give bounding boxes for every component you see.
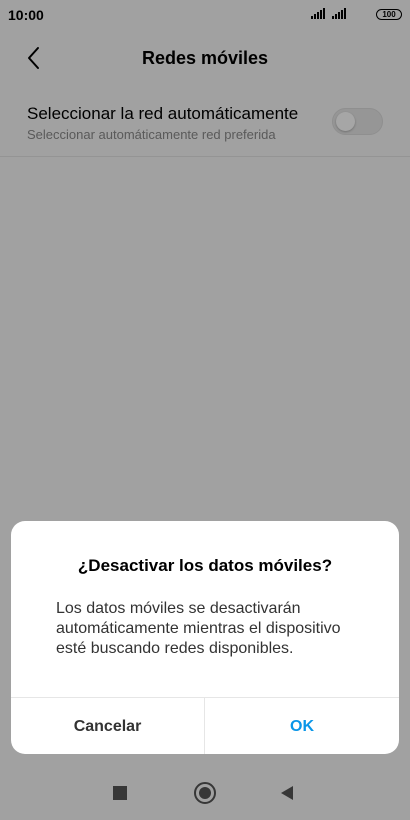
- dialog-message: Los datos móviles se desactivarán automá…: [56, 599, 366, 659]
- dialog-message-line: automáticamente mientras el dispositivo: [56, 620, 341, 637]
- screen: 10:00 100 Redes móviles Seleccionar la r…: [0, 0, 410, 820]
- disable-mobile-data-dialog: ¿Desactivar los datos móviles? Los datos…: [11, 521, 399, 754]
- dialog-message-line: esté buscando redes disponibles.: [56, 640, 294, 657]
- dialog-actions: Cancelar OK: [11, 697, 399, 754]
- cancel-button[interactable]: Cancelar: [11, 698, 205, 754]
- dialog-message-line: Los datos móviles se desactivarán: [56, 600, 301, 617]
- ok-button[interactable]: OK: [205, 698, 399, 754]
- dialog-title: ¿Desactivar los datos móviles?: [77, 556, 333, 575]
